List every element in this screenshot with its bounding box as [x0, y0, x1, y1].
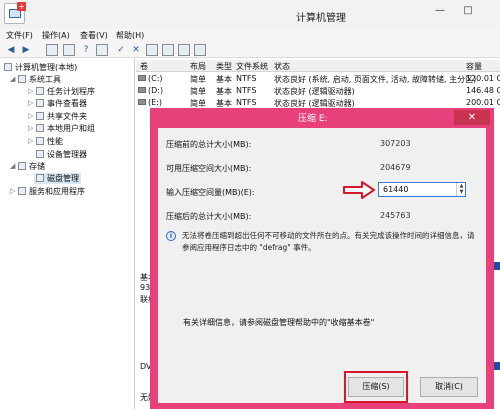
- search-icon[interactable]: [178, 44, 190, 56]
- tree-item-storage[interactable]: 存储: [18, 161, 45, 172]
- computer-icon: [4, 63, 12, 71]
- table-row[interactable]: (D:) 简单 基本 NTFS 状态良好 (逻辑驱动器) 146.48 G: [136, 86, 500, 97]
- tree-item-shared-folders[interactable]: 共享文件夹: [36, 111, 87, 122]
- maximize-button[interactable]: □: [456, 2, 480, 20]
- shrink-amount-input[interactable]: 61440: [383, 185, 408, 194]
- total-after-value: 245763: [380, 211, 411, 220]
- window-title: 计算机管理: [296, 13, 346, 24]
- menu-file[interactable]: 文件(F): [6, 30, 33, 41]
- device-manager-icon: [36, 150, 44, 158]
- services-icon: [18, 187, 26, 195]
- shrink-button[interactable]: 压缩(S): [348, 377, 404, 397]
- tree-item-task-scheduler[interactable]: 任务计划程序: [36, 86, 95, 97]
- total-before-label: 压缩前的总计大小(MB):: [166, 140, 252, 149]
- tree-item-system-tools[interactable]: 系统工具: [18, 74, 61, 85]
- expand-arrow-icon[interactable]: ▷: [28, 112, 33, 120]
- tree-item-event-viewer[interactable]: 事件查看器: [36, 98, 87, 109]
- tools-icon: [18, 75, 26, 83]
- available-space-label: 可用压缩空间大小(MB):: [166, 164, 252, 173]
- performance-icon: [36, 137, 44, 145]
- close-icon[interactable]: ✕: [454, 110, 490, 125]
- users-icon: [36, 124, 44, 132]
- available-space-value: 204679: [380, 163, 411, 172]
- forward-arrow-icon[interactable]: ▶: [20, 44, 32, 56]
- tree-item-disk-management[interactable]: 磁盘管理: [34, 173, 81, 184]
- back-arrow-icon[interactable]: ◀: [5, 44, 17, 56]
- column-filesystem[interactable]: 文件系统: [236, 61, 268, 72]
- disk-icon: [36, 174, 44, 182]
- column-layout[interactable]: 布局: [190, 61, 206, 72]
- dialog-title-bar: 压缩 E: ✕: [150, 108, 494, 128]
- copy-icon[interactable]: [146, 44, 158, 56]
- volume-list-header: 卷 布局 类型 文件系统 状态 容量: [136, 60, 500, 72]
- folder-icon: [36, 112, 44, 120]
- volume-icon: [138, 75, 146, 81]
- tree-item-services-apps[interactable]: 服务和应用程序: [18, 186, 85, 197]
- menu-bar: 文件(F) 操作(A) 查看(V) 帮助(H): [0, 28, 500, 42]
- shrink-info-text: 无法将卷压缩到超出任何不可移动的文件所在的点。有关完成该操作时间的详细信息，请参…: [182, 231, 475, 252]
- column-capacity[interactable]: 容量: [466, 61, 482, 72]
- up-folder-icon[interactable]: [46, 44, 58, 56]
- info-icon: i: [166, 231, 176, 241]
- expand-arrow-icon[interactable]: ▷: [28, 99, 33, 107]
- collapse-arrow-icon[interactable]: ◢: [10, 162, 15, 170]
- clock-icon: [36, 87, 44, 95]
- toolbar: ◀ ▶ ? ✓ ✕: [0, 42, 500, 58]
- total-before-value: 307203: [380, 139, 411, 148]
- properties-icon[interactable]: [96, 44, 108, 56]
- dialog-title: 压缩 E:: [298, 114, 328, 124]
- tree-item-root[interactable]: 计算机管理(本地): [4, 62, 77, 73]
- column-status[interactable]: 状态: [274, 61, 290, 72]
- column-volume[interactable]: 卷: [140, 61, 148, 72]
- minimize-button[interactable]: —: [428, 2, 452, 20]
- spin-down-icon[interactable]: ▼: [458, 189, 465, 195]
- menu-help[interactable]: 帮助(H): [116, 30, 144, 41]
- expand-arrow-icon[interactable]: ▷: [28, 124, 33, 132]
- expand-arrow-icon[interactable]: ▷: [10, 187, 15, 195]
- expand-arrow-icon[interactable]: ▷: [28, 137, 33, 145]
- event-log-icon: [36, 99, 44, 107]
- help-icon[interactable]: ?: [80, 44, 92, 56]
- help-info-text: 有关详细信息，请参阅磁盘管理帮助中的"收缩基本卷": [183, 318, 375, 327]
- expand-arrow-icon[interactable]: ▷: [28, 87, 33, 95]
- shrink-amount-stepper[interactable]: 61440 ▲ ▼: [378, 182, 466, 197]
- tree-item-local-users[interactable]: 本地用户和组: [36, 123, 95, 134]
- column-type[interactable]: 类型: [216, 61, 232, 72]
- menu-view[interactable]: 查看(V): [80, 30, 108, 41]
- volume-icon: [138, 87, 146, 93]
- show-hide-tree-icon[interactable]: [63, 44, 75, 56]
- storage-icon: [18, 162, 26, 170]
- run-icon[interactable]: ✓: [115, 44, 127, 56]
- computer-management-icon: +: [4, 2, 26, 24]
- tree-item-performance[interactable]: 性能: [36, 136, 63, 147]
- shrink-amount-label: 输入压缩空间量(MB)(E):: [166, 188, 255, 197]
- volume-icon: [138, 99, 146, 105]
- tree-item-device-manager[interactable]: 设备管理器: [36, 149, 87, 160]
- window-title-bar: + 计算机管理 — □: [0, 0, 500, 28]
- paste-icon[interactable]: [162, 44, 174, 56]
- table-row[interactable]: (C:) 简单 基本 NTFS 状态良好 (系统, 启动, 页面文件, 活动, …: [136, 74, 500, 85]
- red-arrow-icon: [343, 181, 375, 199]
- view-icon[interactable]: [194, 44, 206, 56]
- delete-x-icon[interactable]: ✕: [130, 44, 142, 56]
- menu-action[interactable]: 操作(A): [42, 30, 70, 41]
- cancel-button[interactable]: 取消(C): [420, 377, 478, 397]
- collapse-arrow-icon[interactable]: ◢: [10, 75, 15, 83]
- total-after-label: 压缩后的总计大小(MB):: [166, 212, 252, 221]
